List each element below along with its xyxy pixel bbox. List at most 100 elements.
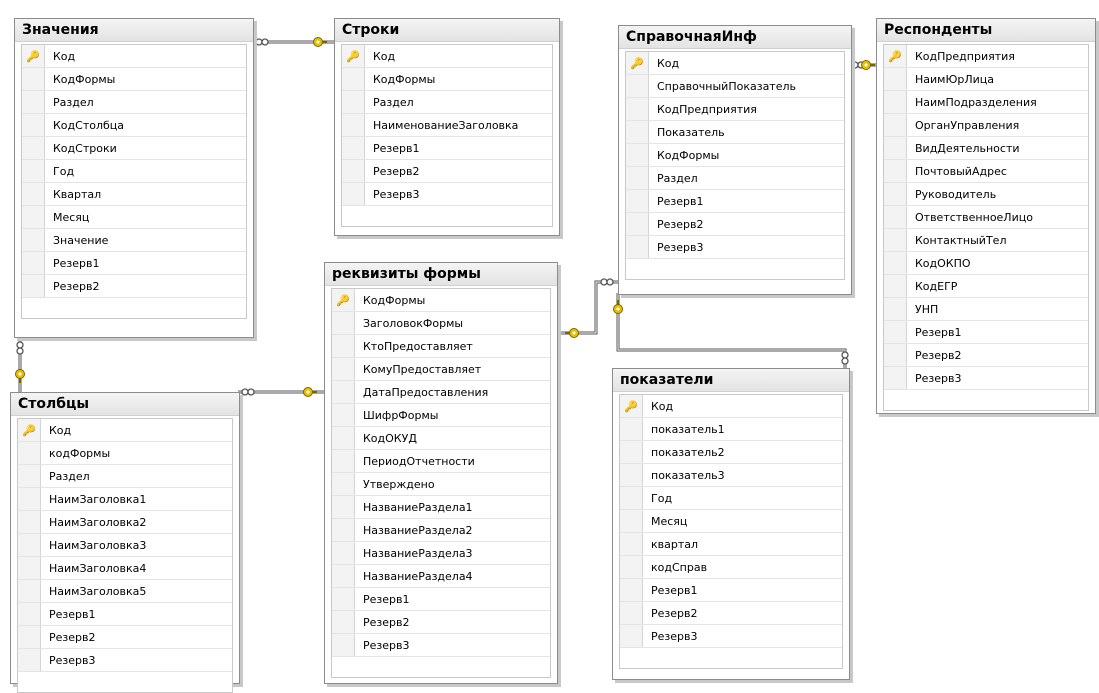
column-row[interactable]: 🔑 КодПредприятия bbox=[884, 45, 1088, 68]
row-selector[interactable] bbox=[18, 442, 41, 464]
row-selector[interactable] bbox=[332, 611, 355, 633]
column-row[interactable]: НаимЮрЛица bbox=[884, 68, 1088, 91]
column-row[interactable]: НазваниеРаздела1 bbox=[332, 496, 550, 519]
column-row[interactable]: Резерв3 bbox=[884, 367, 1088, 390]
table-pokazateli[interactable]: показатели 🔑 Код показатель1 показатель2 пока… bbox=[612, 368, 850, 680]
column-row[interactable]: КодФормы bbox=[22, 68, 246, 91]
row-selector[interactable] bbox=[18, 603, 41, 625]
row-selector[interactable] bbox=[884, 183, 907, 205]
row-selector[interactable] bbox=[626, 190, 649, 212]
column-row[interactable]: ПочтовыйАдрес bbox=[884, 160, 1088, 183]
table-title[interactable]: показатели bbox=[613, 369, 849, 392]
table-rekvizity[interactable]: реквизиты формы 🔑 КодФормы ЗаголовокФормы Кт… bbox=[324, 262, 558, 684]
column-row[interactable]: Резерв2 bbox=[884, 344, 1088, 367]
column-row[interactable]: 🔑 Код bbox=[626, 52, 844, 75]
row-selector[interactable] bbox=[332, 496, 355, 518]
column-row[interactable]: ПериодОтчетности bbox=[332, 450, 550, 473]
row-selector[interactable] bbox=[626, 236, 649, 258]
table-title[interactable]: Столбцы bbox=[11, 393, 239, 416]
row-selector[interactable] bbox=[620, 533, 643, 555]
row-selector[interactable] bbox=[332, 588, 355, 610]
table-respondenty[interactable]: Респонденты 🔑 КодПредприятия НаимЮрЛица Наим… bbox=[876, 18, 1096, 414]
column-row[interactable]: Резерв2 bbox=[332, 611, 550, 634]
row-selector[interactable] bbox=[884, 160, 907, 182]
row-selector[interactable] bbox=[22, 68, 45, 90]
column-row[interactable]: Раздел bbox=[22, 91, 246, 114]
column-row[interactable]: Резерв1 bbox=[620, 579, 842, 602]
row-selector[interactable] bbox=[18, 511, 41, 533]
column-row[interactable]: КтоПредоставляет bbox=[332, 335, 550, 358]
column-row[interactable]: Резерв1 bbox=[884, 321, 1088, 344]
row-selector[interactable] bbox=[620, 510, 643, 532]
column-row[interactable]: Резерв3 bbox=[620, 625, 842, 648]
column-row[interactable]: Руководитель bbox=[884, 183, 1088, 206]
row-selector[interactable] bbox=[22, 275, 45, 297]
row-selector[interactable] bbox=[342, 183, 365, 205]
row-selector[interactable] bbox=[884, 321, 907, 343]
column-row[interactable]: Значение bbox=[22, 229, 246, 252]
table-znacheniya[interactable]: Значения 🔑 Код КодФормы Раздел КодСтолбца КодС… bbox=[14, 18, 254, 338]
row-selector[interactable] bbox=[22, 160, 45, 182]
row-selector[interactable] bbox=[18, 534, 41, 556]
row-selector[interactable] bbox=[626, 144, 649, 166]
table-title[interactable]: реквизиты формы bbox=[325, 263, 557, 286]
column-row[interactable]: НаимЗаголовка2 bbox=[18, 511, 232, 534]
table-spravochnaya[interactable]: СправочнаяИнф 🔑 Код СправочныйПоказатель Код… bbox=[618, 25, 852, 295]
column-row[interactable]: 🔑 Код bbox=[342, 45, 552, 68]
column-row[interactable]: кодФормы bbox=[18, 442, 232, 465]
row-selector[interactable] bbox=[22, 114, 45, 136]
row-selector[interactable] bbox=[332, 473, 355, 495]
row-selector[interactable] bbox=[18, 557, 41, 579]
column-row[interactable]: НаимЗаголовка5 bbox=[18, 580, 232, 603]
row-selector[interactable] bbox=[884, 114, 907, 136]
row-selector[interactable] bbox=[884, 206, 907, 228]
column-row[interactable]: Резерв2 bbox=[626, 213, 844, 236]
row-selector[interactable] bbox=[620, 464, 643, 486]
column-row[interactable]: НаимЗаголовка1 bbox=[18, 488, 232, 511]
row-selector[interactable] bbox=[884, 298, 907, 320]
row-selector[interactable] bbox=[22, 91, 45, 113]
column-row[interactable]: КодОКПО bbox=[884, 252, 1088, 275]
row-selector[interactable] bbox=[884, 137, 907, 159]
row-selector[interactable] bbox=[18, 465, 41, 487]
column-row[interactable]: КодОКУД bbox=[332, 427, 550, 450]
column-row[interactable]: Резерв1 bbox=[18, 603, 232, 626]
table-title[interactable]: Респонденты bbox=[877, 19, 1095, 42]
column-row[interactable]: показатель1 bbox=[620, 418, 842, 441]
column-row[interactable]: КодСтроки bbox=[22, 137, 246, 160]
column-row[interactable]: Раздел bbox=[342, 91, 552, 114]
column-row[interactable]: ОрганУправления bbox=[884, 114, 1088, 137]
column-row[interactable]: Квартал bbox=[22, 183, 246, 206]
column-row[interactable]: ШифрФормы bbox=[332, 404, 550, 427]
column-row[interactable]: 🔑 Код bbox=[620, 395, 842, 418]
column-row[interactable]: ВидДеятельности bbox=[884, 137, 1088, 160]
row-selector[interactable] bbox=[332, 404, 355, 426]
row-selector[interactable] bbox=[620, 579, 643, 601]
row-selector[interactable] bbox=[18, 488, 41, 510]
column-row[interactable]: показатель3 bbox=[620, 464, 842, 487]
row-selector[interactable] bbox=[884, 344, 907, 366]
row-selector[interactable] bbox=[626, 75, 649, 97]
row-selector[interactable] bbox=[884, 275, 907, 297]
row-selector[interactable] bbox=[342, 114, 365, 136]
row-selector[interactable] bbox=[884, 367, 907, 389]
row-selector[interactable]: 🔑 bbox=[18, 419, 41, 441]
row-selector[interactable] bbox=[332, 634, 355, 656]
row-selector[interactable]: 🔑 bbox=[342, 45, 365, 67]
column-row[interactable]: 🔑 Код bbox=[18, 419, 232, 442]
column-row[interactable]: Резерв1 bbox=[342, 137, 552, 160]
row-selector[interactable] bbox=[18, 626, 41, 648]
relationship-line[interactable] bbox=[556, 280, 618, 335]
row-selector[interactable] bbox=[332, 450, 355, 472]
table-title[interactable]: СправочнаяИнф bbox=[619, 26, 851, 49]
column-row[interactable]: Год bbox=[22, 160, 246, 183]
column-row[interactable]: КодФормы bbox=[626, 144, 844, 167]
row-selector[interactable] bbox=[332, 381, 355, 403]
column-row[interactable]: Резерв2 bbox=[22, 275, 246, 298]
column-row[interactable]: КодСтолбца bbox=[22, 114, 246, 137]
row-selector[interactable] bbox=[620, 602, 643, 624]
row-selector[interactable] bbox=[332, 312, 355, 334]
column-row[interactable]: НаимЗаголовка4 bbox=[18, 557, 232, 580]
column-row[interactable]: НазваниеРаздела2 bbox=[332, 519, 550, 542]
column-row[interactable]: Месяц bbox=[22, 206, 246, 229]
